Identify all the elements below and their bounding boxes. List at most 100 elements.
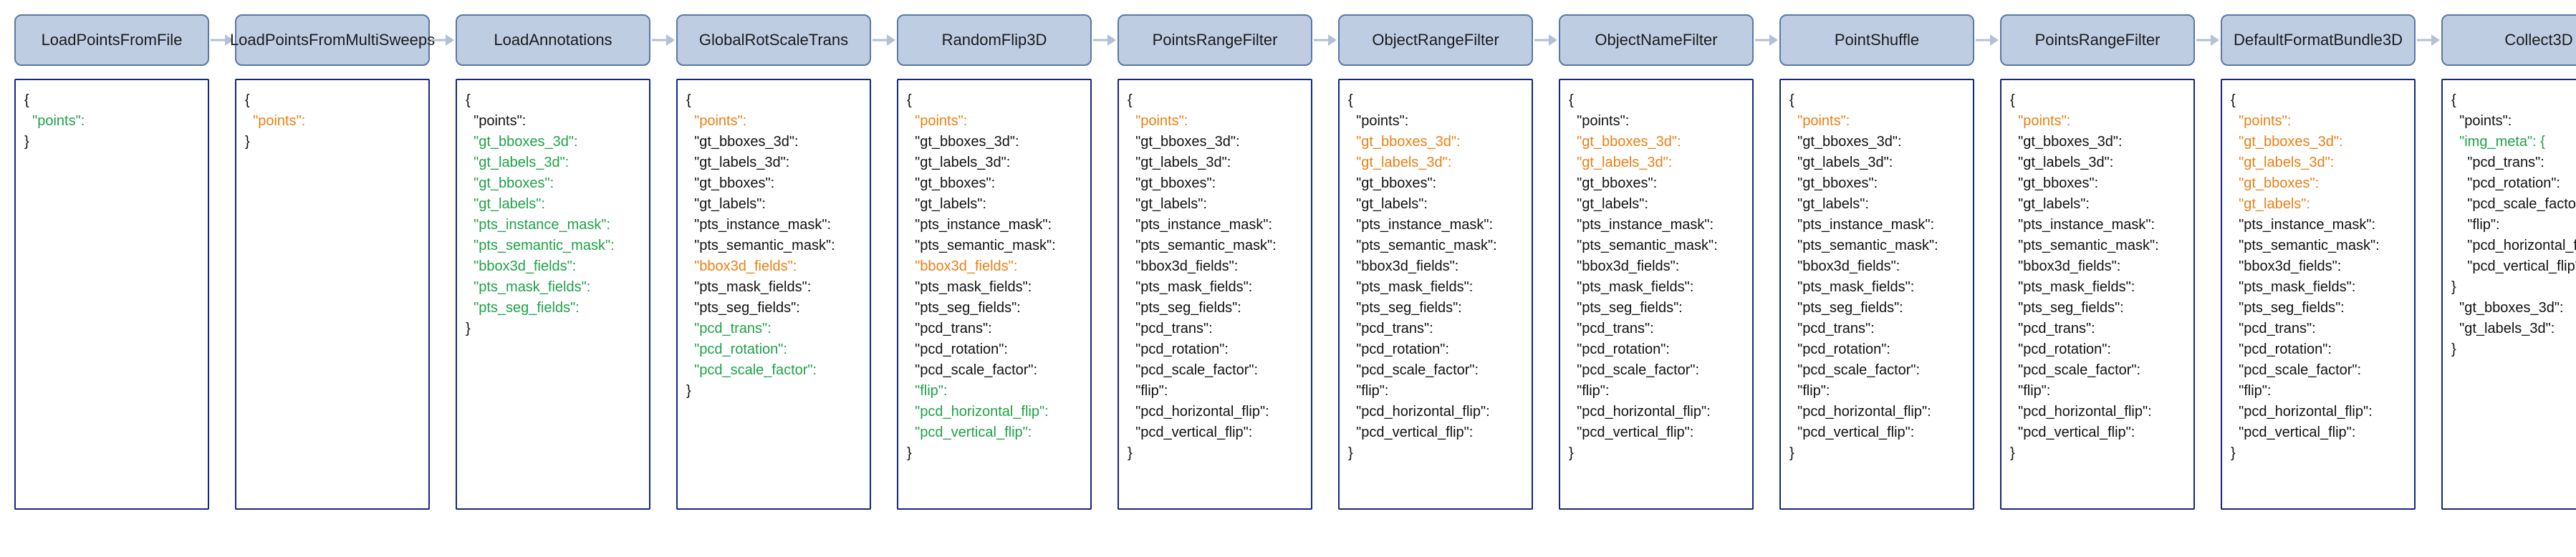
json-key: "pts_semantic_mask": [1577, 238, 1718, 253]
json-key: } [2451, 279, 2456, 295]
json-key: "gt_labels": [2239, 196, 2310, 212]
json-key: "gt_bboxes_3d": [474, 134, 577, 150]
json-key: "pcd_vertical_flip": [2239, 425, 2355, 440]
json-key: "gt_labels_3d": [2459, 321, 2555, 336]
stage-header: DefaultFormatBundle3D [2221, 14, 2416, 66]
json-key: "pcd_scale_factor": [2018, 362, 2140, 378]
json-key: "pts_instance_mask": [694, 217, 831, 233]
json-key: "pcd_rotation": [1577, 342, 1670, 357]
json-key: "pcd_horizontal_flip": [2239, 404, 2373, 420]
json-key: "pcd_trans": [1135, 321, 1213, 336]
json-key: "pcd_scale_factor": [1577, 362, 1699, 378]
json-key: "flip": [915, 383, 947, 399]
json-key: "pcd_rotation": [2018, 342, 2111, 357]
json-key: "pcd_horizontal_flip": [1797, 404, 1931, 420]
arrow-icon [1754, 14, 1779, 66]
json-key: "pts_semantic_mask": [1135, 238, 1277, 253]
arrow-icon [1974, 14, 2000, 66]
stage-body: { "points": "img_meta": { "pcd_trans": "… [2441, 79, 2576, 510]
json-key: "pcd_scale_factor": [1356, 362, 1479, 378]
json-key: "pcd_trans": [1356, 321, 1433, 336]
json-key: "pts_instance_mask": [2018, 217, 2155, 233]
stage-json: { "points": } [245, 90, 420, 152]
json-key: "pcd_trans": [2018, 321, 2095, 336]
json-key: "gt_bboxes_3d": [915, 134, 1019, 150]
json-key: "gt_bboxes": [1797, 175, 1878, 191]
json-key: "pts_mask_fields": [2018, 279, 2135, 295]
json-key: "pts_seg_fields": [915, 300, 1021, 316]
stage-json: { "points": "gt_bboxes_3d": "gt_labels_3… [466, 90, 640, 339]
json-key: "pts_seg_fields": [2018, 300, 2124, 316]
json-key: "gt_labels": [1797, 196, 1869, 212]
json-key: "gt_labels": [474, 196, 545, 212]
json-key: "pcd_trans": [694, 321, 772, 336]
json-key: "pcd_horizontal_flip": [1356, 404, 1490, 420]
json-key: "gt_bboxes": [1356, 175, 1436, 191]
json-key: "gt_bboxes": [1135, 175, 1216, 191]
json-key: "pcd_trans": [2467, 155, 2544, 170]
json-key: "points": [474, 113, 526, 129]
json-key: "pts_semantic_mask": [474, 238, 615, 253]
stage-body: { "points": "gt_bboxes_3d": "gt_labels_3… [456, 79, 650, 510]
stage-body: { "points": "gt_bboxes_3d": "gt_labels_3… [1559, 79, 1754, 510]
json-key: "bbox3d_fields": [2239, 258, 2341, 274]
stage-arrow [1974, 14, 2000, 66]
json-key: "pts_mask_fields": [915, 279, 1032, 295]
json-key: "pcd_rotation": [915, 342, 1008, 357]
json-key: "gt_labels": [915, 196, 986, 212]
arrow-icon [2416, 14, 2441, 66]
json-key: "pcd_trans": [1797, 321, 1875, 336]
stage-header: RandomFlip3D [897, 14, 1092, 66]
json-key: "gt_labels_3d": [474, 155, 569, 170]
json-key: "flip": [1797, 383, 1830, 399]
json-key: "points": [1356, 113, 1408, 129]
stage-arrow [1092, 14, 1118, 66]
json-key: "points": [1135, 113, 1188, 129]
json-key: "pcd_horizontal_flip": [915, 404, 1049, 420]
stage-body: { "points": "gt_bboxes_3d": "gt_labels_3… [676, 79, 871, 510]
json-key: "pcd_vertical_flip": [1135, 425, 1252, 440]
json-key: "points": [915, 113, 967, 129]
json-key: "gt_bboxes_3d": [1135, 134, 1239, 150]
json-key: "pts_instance_mask": [915, 217, 1052, 233]
arrow-icon [871, 14, 897, 66]
stage-arrow [650, 14, 676, 66]
json-key: "pcd_scale_factor": [2467, 196, 2576, 212]
json-key: "gt_bboxes": [915, 175, 995, 191]
json-key: "pcd_trans": [1577, 321, 1654, 336]
arrow-icon [430, 14, 456, 66]
stage-header: PointsRangeFilter [2000, 14, 2195, 66]
json-key: "pts_mask_fields": [1577, 279, 1693, 295]
stage-json: { "points": } [24, 90, 199, 152]
json-key: "gt_labels_3d": [2018, 155, 2113, 170]
json-key: "bbox3d_fields": [474, 258, 576, 274]
arrow-icon [1092, 14, 1118, 66]
json-key: "pcd_rotation": [2467, 175, 2560, 191]
stage-header: Collect3D [2441, 14, 2576, 66]
stage-header: LoadPointsFromMultiSweeps [235, 14, 430, 66]
json-key: "pcd_horizontal_flip": [1577, 404, 1711, 420]
json-key: "flip": [1577, 383, 1609, 399]
json-key: "gt_labels_3d": [694, 155, 789, 170]
json-key: "gt_labels_3d": [1797, 155, 1893, 170]
json-key: "gt_labels": [694, 196, 766, 212]
stage-arrow [2416, 14, 2441, 66]
json-key: "gt_bboxes_3d": [694, 134, 798, 150]
json-key: "pts_instance_mask": [1797, 217, 1934, 233]
json-key: "bbox3d_fields": [1797, 258, 1900, 274]
stage-arrow [871, 14, 897, 66]
json-key: "pcd_vertical_flip": [1797, 425, 1914, 440]
json-key: "pcd_rotation": [1356, 342, 1449, 357]
json-key: "pcd_horizontal_flip": [2467, 238, 2576, 253]
json-key: "points": [694, 113, 746, 129]
json-key: "pts_semantic_mask": [1797, 238, 1938, 253]
arrow-icon [2195, 14, 2221, 66]
json-key: "pcd_vertical_flip": [2018, 425, 2135, 440]
json-key: "pcd_rotation": [694, 342, 787, 357]
json-key: "bbox3d_fields": [2018, 258, 2120, 274]
json-key: "bbox3d_fields": [915, 258, 1017, 274]
stage-json: { "points": "gt_bboxes_3d": "gt_labels_3… [1128, 90, 1302, 464]
json-key: "flip": [2467, 217, 2499, 233]
json-key: "pts_semantic_mask": [915, 238, 1056, 253]
arrow-icon [1312, 14, 1338, 66]
